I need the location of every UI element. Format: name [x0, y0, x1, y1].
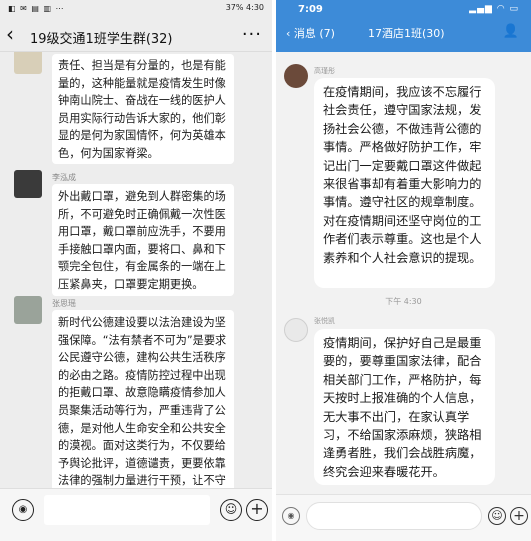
- back-button[interactable]: ‹ 消息 (7): [286, 25, 335, 41]
- status-icons: ◧ ✉ ▤ ▥ ⋯: [8, 4, 65, 13]
- status-bar: ◧ ✉ ▤ ▥ ⋯ 37% 4:30: [0, 0, 272, 18]
- input-bar: ◉ ☺ +: [276, 494, 531, 541]
- status-icons: ▂▄▆ ◠ ▭: [469, 4, 519, 14]
- avatar[interactable]: [284, 64, 308, 88]
- message-list[interactable]: 责任、担当是有分量的，也是有能量的，这种能量就是疫情发生时像钟南山院士、奋战在一…: [0, 52, 272, 488]
- chat-header: ‹ 19级交通1班学生群(32) ···: [0, 18, 272, 52]
- sender-name: 张悦凯: [314, 317, 335, 325]
- input-bar: ◉ ☺ +: [0, 488, 272, 541]
- voice-icon[interactable]: ◉: [282, 507, 300, 525]
- message-bubble[interactable]: 在疫情期间，我应该不忘履行社会责任，遵守国家法规，发扬社会公德，不做违背公德的事…: [314, 78, 495, 288]
- plus-icon[interactable]: +: [246, 499, 268, 521]
- chat-header: 7:09 ▂▄▆ ◠ ▭ ‹ 消息 (7) 17酒店1班(30) 👤: [276, 0, 531, 52]
- sender-name: 李泓成: [52, 173, 76, 182]
- voice-icon[interactable]: ◉: [12, 499, 34, 521]
- message-bubble[interactable]: 外出戴口罩，避免到人群密集的场所，不可避免时正确佩戴一次性医用口罩，戴口罩前应洗…: [52, 184, 234, 296]
- avatar[interactable]: [14, 170, 42, 198]
- sender-name: 张思瑶: [52, 299, 76, 308]
- message-input[interactable]: [306, 502, 482, 530]
- message-input[interactable]: [44, 495, 210, 525]
- plus-icon[interactable]: +: [510, 507, 528, 525]
- message-list[interactable]: 高瑾彤 在疫情期间，我应该不忘履行社会责任，遵守国家法规，发扬社会公德，不做违背…: [276, 52, 531, 494]
- more-dots-icon[interactable]: ···: [242, 24, 262, 45]
- emoji-icon[interactable]: ☺: [488, 507, 506, 525]
- status-time: 7:09: [298, 4, 323, 15]
- message-bubble[interactable]: 责任、担当是有分量的，也是有能量的，这种能量就是疫情发生时像钟南山院士、奋战在一…: [52, 54, 234, 164]
- timestamp: 下午 4:30: [385, 297, 422, 306]
- message-bubble[interactable]: 疫情期间，保护好自己是最重要的，要尊重国家法律，配合相关部门工作，严格防护，每天…: [314, 329, 495, 485]
- qq-chat-panel: 7:09 ▂▄▆ ◠ ▭ ‹ 消息 (7) 17酒店1班(30) 👤 高瑾彤 在…: [276, 0, 531, 541]
- avatar[interactable]: [14, 296, 42, 324]
- chat-title: 17酒店1班(30): [368, 27, 445, 40]
- avatar[interactable]: [14, 52, 42, 74]
- message-bubble[interactable]: 新时代公德建设要以法治建设为坚强保障。“法有禁者不可为”是要求公民遵守公德，建构…: [52, 310, 234, 488]
- wechat-chat-panel: ◧ ✉ ▤ ▥ ⋯ 37% 4:30 ‹ 19级交通1班学生群(32) ··· …: [0, 0, 272, 541]
- battery-time: 37% 4:30: [225, 3, 264, 12]
- avatar[interactable]: [284, 318, 308, 342]
- chat-title: 19级交通1班学生群(32): [30, 32, 173, 47]
- contact-icon[interactable]: 👤: [503, 24, 519, 39]
- emoji-icon[interactable]: ☺: [220, 499, 242, 521]
- back-chevron-icon[interactable]: ‹: [6, 23, 14, 45]
- sender-name: 高瑾彤: [314, 67, 335, 75]
